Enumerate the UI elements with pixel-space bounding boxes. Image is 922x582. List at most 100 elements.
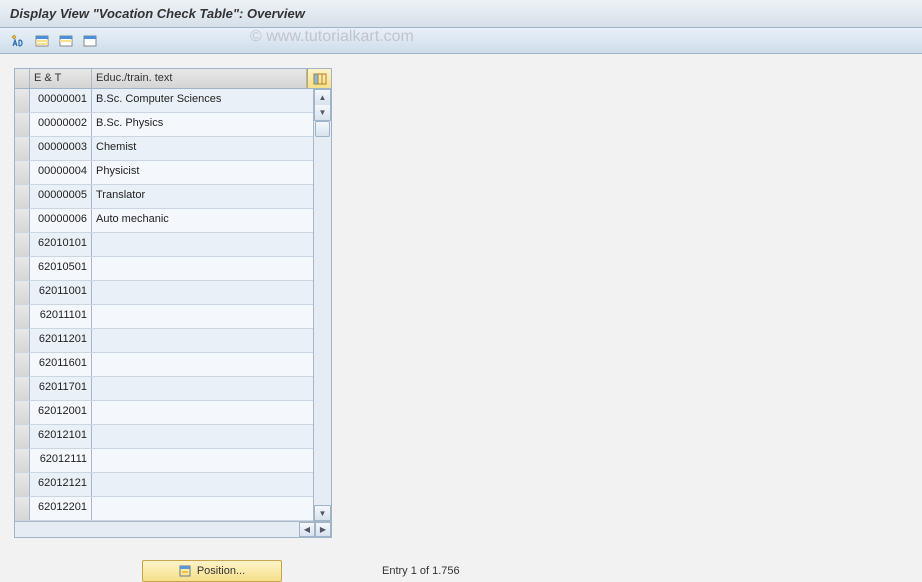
position-button[interactable]: Position... [142, 560, 282, 582]
row-selector[interactable] [15, 161, 30, 184]
chevron-down-icon: ▼ [319, 509, 327, 518]
cell-et: 62012121 [30, 473, 92, 496]
table-row[interactable]: 62011601 [15, 353, 313, 377]
deselect-all-button[interactable] [80, 32, 100, 50]
table-row[interactable]: 00000004Physicist [15, 161, 313, 185]
table-row[interactable]: 62010101 [15, 233, 313, 257]
row-selector[interactable] [15, 209, 30, 232]
cell-et: 62011101 [30, 305, 92, 328]
row-selector[interactable] [15, 353, 30, 376]
cell-et: 00000003 [30, 137, 92, 160]
cell-text: Chemist [92, 137, 313, 160]
scroll-down-button[interactable]: ▼ [314, 505, 331, 521]
cell-text [92, 449, 313, 472]
scroll-up-button[interactable]: ▲ [314, 89, 331, 105]
table-row[interactable]: 62012111 [15, 449, 313, 473]
select-block-button[interactable] [56, 32, 76, 50]
scroll-down-step-button[interactable]: ▼ [314, 105, 331, 121]
cell-et: 62010101 [30, 233, 92, 256]
table-row[interactable]: 00000006Auto mechanic [15, 209, 313, 233]
cell-et: 62011601 [30, 353, 92, 376]
cell-text [92, 425, 313, 448]
position-icon [179, 565, 191, 577]
row-selector[interactable] [15, 305, 30, 328]
select-all-button[interactable] [32, 32, 52, 50]
cell-text: Auto mechanic [92, 209, 313, 232]
grid-header: E & T Educ./train. text [15, 69, 331, 89]
table-row[interactable]: 62012121 [15, 473, 313, 497]
grid-rows: 00000001B.Sc. Computer Sciences00000002B… [15, 89, 313, 521]
scroll-track[interactable] [314, 121, 331, 505]
row-selector[interactable] [15, 473, 30, 496]
configure-columns-button[interactable] [307, 69, 331, 88]
row-selector[interactable] [15, 89, 30, 112]
row-selector[interactable] [15, 257, 30, 280]
cell-text [92, 233, 313, 256]
column-header-et[interactable]: E & T [30, 69, 92, 88]
cell-text [92, 329, 313, 352]
table-row[interactable]: 62011101 [15, 305, 313, 329]
table-row[interactable]: 62010501 [15, 257, 313, 281]
cell-et: 62012201 [30, 497, 92, 520]
row-selector[interactable] [15, 449, 30, 472]
cell-et: 00000004 [30, 161, 92, 184]
entry-counter: Entry 1 of 1.756 [382, 565, 460, 577]
cell-et: 62010501 [30, 257, 92, 280]
cell-text [92, 305, 313, 328]
cell-et: 00000006 [30, 209, 92, 232]
position-button-label: Position... [197, 565, 245, 577]
cell-et: 62012001 [30, 401, 92, 424]
cell-text: B.Sc. Physics [92, 113, 313, 136]
table-row[interactable]: 62012001 [15, 401, 313, 425]
table-row[interactable]: 00000005Translator [15, 185, 313, 209]
row-selector[interactable] [15, 185, 30, 208]
row-selector[interactable] [15, 137, 30, 160]
horizontal-scrollbar[interactable]: ◀ ▶ [15, 521, 331, 537]
cell-text [92, 377, 313, 400]
table-row[interactable]: 62011201 [15, 329, 313, 353]
row-selector[interactable] [15, 497, 30, 520]
column-header-text[interactable]: Educ./train. text [92, 69, 307, 88]
row-selector[interactable] [15, 233, 30, 256]
table-row[interactable]: 62011001 [15, 281, 313, 305]
row-selector[interactable] [15, 329, 30, 352]
table-row[interactable]: 62011701 [15, 377, 313, 401]
row-selector[interactable] [15, 377, 30, 400]
header-select-all[interactable] [15, 69, 30, 88]
chevron-up-icon: ▲ [319, 93, 327, 102]
cell-text [92, 353, 313, 376]
grid-footer: Position... Entry 1 of 1.756 [142, 560, 922, 582]
table-settings-icon [313, 73, 327, 85]
cell-et: 62011201 [30, 329, 92, 352]
table-row[interactable]: 00000002B.Sc. Physics [15, 113, 313, 137]
row-selector[interactable] [15, 113, 30, 136]
chevron-down-icon: ▼ [319, 108, 327, 117]
cell-text [92, 257, 313, 280]
cell-text: B.Sc. Computer Sciences [92, 89, 313, 112]
table-row[interactable]: 00000001B.Sc. Computer Sciences [15, 89, 313, 113]
cell-text: Physicist [92, 161, 313, 184]
window-title: Display View "Vocation Check Table": Ove… [0, 0, 922, 28]
cell-et: 62012111 [30, 449, 92, 472]
toolbar [0, 28, 922, 54]
vertical-scrollbar[interactable]: ▲ ▼ ▼ [313, 89, 331, 521]
cell-et: 62012101 [30, 425, 92, 448]
table-row[interactable]: 62012201 [15, 497, 313, 521]
scroll-left-button[interactable]: ◀ [299, 522, 315, 537]
scroll-right-button[interactable]: ▶ [315, 522, 331, 537]
cell-text [92, 473, 313, 496]
scroll-thumb[interactable] [315, 121, 330, 137]
cell-et: 00000005 [30, 185, 92, 208]
chevron-right-icon: ▶ [320, 525, 326, 534]
row-selector[interactable] [15, 425, 30, 448]
row-selector[interactable] [15, 401, 30, 424]
cell-text [92, 401, 313, 424]
cell-et: 62011001 [30, 281, 92, 304]
row-selector[interactable] [15, 281, 30, 304]
cell-et: 00000002 [30, 113, 92, 136]
chevron-left-icon: ◀ [304, 525, 310, 534]
change-display-button[interactable] [8, 32, 28, 50]
cell-et: 00000001 [30, 89, 92, 112]
table-row[interactable]: 62012101 [15, 425, 313, 449]
table-row[interactable]: 00000003Chemist [15, 137, 313, 161]
